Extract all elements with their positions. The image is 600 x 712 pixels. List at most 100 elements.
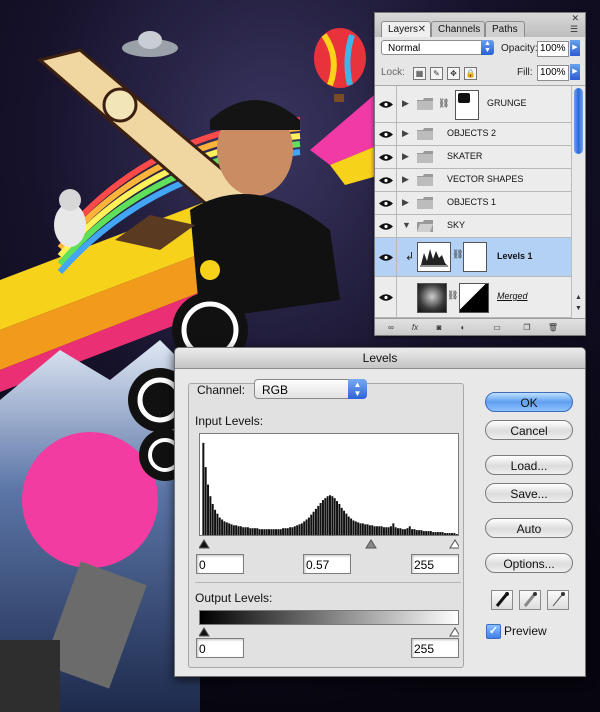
lock-label: Lock: <box>381 67 405 78</box>
ok-button[interactable]: OK <box>485 392 573 412</box>
white-point-slider[interactable] <box>449 539 461 549</box>
levels-adjustment-thumbnail[interactable] <box>417 242 451 272</box>
layer-row-sky[interactable]: ▼ SKY <box>375 215 571 238</box>
scroll-up-icon[interactable]: ▲ <box>573 294 584 304</box>
visibility-eye-icon[interactable] <box>375 169 397 191</box>
black-point-slider[interactable] <box>198 539 210 549</box>
adjustment-icon[interactable]: ◐ <box>457 322 469 333</box>
channel-value: RGB <box>262 383 289 397</box>
histogram <box>199 433 459 536</box>
output-white-field[interactable]: 255 <box>411 638 459 658</box>
lock-transparency-icon[interactable]: ▦ <box>413 67 426 80</box>
fill-slider-arrow-icon[interactable]: ▶ <box>570 64 580 80</box>
layer-row-vector-shapes[interactable]: ▶ VECTOR SHAPES <box>375 169 571 192</box>
fx-icon[interactable]: fx <box>409 322 421 333</box>
visibility-eye-icon[interactable] <box>375 123 397 145</box>
options-button[interactable]: Options... <box>485 553 573 573</box>
layer-mask-thumbnail[interactable] <box>455 90 479 120</box>
layer-mask-thumbnail[interactable] <box>463 242 487 272</box>
layer-mask-thumbnail[interactable] <box>459 283 489 313</box>
histogram-bar <box>420 530 423 535</box>
input-black-field[interactable]: 0 <box>196 554 244 574</box>
expand-arrow-icon[interactable]: ▶ <box>402 151 409 162</box>
histogram-bar <box>352 520 355 535</box>
panel-menu-icon[interactable]: ☰ <box>570 24 580 34</box>
tab-paths[interactable]: Paths <box>485 21 525 38</box>
channel-select[interactable]: RGB ▲ ▼ <box>254 379 367 399</box>
collapse-arrow-icon[interactable]: ▼ <box>402 220 411 230</box>
panel-close-icon[interactable]: ✕ <box>571 13 579 24</box>
blend-mode-value: Normal <box>388 43 421 54</box>
visibility-eye-icon[interactable] <box>375 146 397 168</box>
expand-arrow-icon[interactable]: ▶ <box>402 128 409 139</box>
output-white-slider[interactable] <box>449 627 461 637</box>
load-button[interactable]: Load... <box>485 455 573 475</box>
input-levels-slider[interactable] <box>198 536 461 549</box>
layer-row-levels-1[interactable]: ↲ ⛓ Levels 1 <box>375 238 571 277</box>
tab-channels[interactable]: Channels <box>431 21 485 38</box>
histogram-bar <box>389 526 392 535</box>
new-layer-icon[interactable]: ❐ <box>521 322 533 333</box>
lock-all-icon[interactable]: 🔒 <box>464 67 477 80</box>
save-button[interactable]: Save... <box>485 483 573 503</box>
visibility-eye-icon[interactable] <box>375 238 397 276</box>
histogram-bar <box>272 529 275 535</box>
histogram-bar <box>453 533 456 535</box>
dialog-title: Levels <box>175 348 585 369</box>
layer-row-objects-2[interactable]: ▶ OBJECTS 2 <box>375 123 571 146</box>
white-eyedropper-icon[interactable] <box>547 590 569 610</box>
cancel-button[interactable]: Cancel <box>485 420 573 440</box>
layer-row-merged[interactable]: ⛓ Merged <box>375 277 571 318</box>
open-folder-icon <box>417 220 433 232</box>
layers-scrollbar[interactable]: ▲ ▼ <box>571 86 585 318</box>
histogram-bar <box>326 496 329 535</box>
histogram-bar <box>239 526 242 535</box>
lock-image-icon[interactable]: ✎ <box>430 67 443 80</box>
scrollbar-thumb[interactable] <box>574 88 583 154</box>
histogram-bar <box>324 498 327 535</box>
input-gamma-field[interactable]: 0.57 <box>303 554 351 574</box>
opacity-slider-arrow-icon[interactable]: ▶ <box>570 40 580 56</box>
output-black-field[interactable]: 0 <box>196 638 244 658</box>
group-icon[interactable]: ▭ <box>491 322 503 333</box>
layer-thumbnail[interactable] <box>417 283 447 313</box>
expand-arrow-icon[interactable]: ▶ <box>402 197 409 208</box>
black-eyedropper-icon[interactable] <box>491 590 513 610</box>
gray-eyedropper-icon[interactable] <box>519 590 541 610</box>
visibility-eye-icon[interactable] <box>375 215 397 237</box>
histogram-bar <box>211 503 214 535</box>
input-white-field[interactable]: 255 <box>411 554 459 574</box>
scroll-down-icon[interactable]: ▼ <box>573 305 584 315</box>
close-tab-icon[interactable]: ✕ <box>412 22 426 38</box>
layer-row-skater[interactable]: ▶ SKATER <box>375 146 571 169</box>
tab-channels-label: Channels <box>438 24 481 35</box>
layer-row-grunge[interactable]: ▶ ⛓ GRUNGE <box>375 86 571 123</box>
output-levels-slider[interactable] <box>198 624 461 637</box>
opacity-input[interactable]: 100% <box>537 41 569 57</box>
histogram-bar <box>380 526 383 535</box>
histogram-bar <box>368 525 371 535</box>
visibility-eye-icon[interactable] <box>375 277 397 317</box>
link-icon[interactable]: ∞ <box>385 322 397 333</box>
lock-position-icon[interactable]: ✥ <box>447 67 460 80</box>
histogram-bar <box>256 528 259 535</box>
preview-checkbox[interactable]: ✓ <box>486 624 501 639</box>
fill-input[interactable]: 100% <box>537 65 569 81</box>
layer-row-objects-1[interactable]: ▶ OBJECTS 1 <box>375 192 571 215</box>
histogram-bar <box>397 528 400 535</box>
layer-name: OBJECTS 2 <box>447 128 497 138</box>
mask-icon[interactable]: ◙ <box>433 322 445 333</box>
visibility-eye-icon[interactable] <box>375 192 397 214</box>
blend-mode-select[interactable]: Normal ▲ ▼ <box>381 40 494 55</box>
gamma-slider[interactable] <box>365 539 377 549</box>
histogram-bar <box>333 498 336 535</box>
auto-button[interactable]: Auto <box>485 518 573 538</box>
link-chain-icon: ⛓ <box>447 290 459 300</box>
expand-arrow-icon[interactable]: ▶ <box>402 98 409 109</box>
expand-arrow-icon[interactable]: ▶ <box>402 174 409 185</box>
trash-icon[interactable]: 🗑 <box>547 322 559 333</box>
visibility-eye-icon[interactable] <box>375 86 397 122</box>
histogram-bar <box>331 496 334 535</box>
output-black-slider[interactable] <box>198 627 210 637</box>
layers-list: ▶ ⛓ GRUNGE ▶ OBJECTS 2 ▶ SKATER ▶ VECTOR… <box>375 86 571 318</box>
